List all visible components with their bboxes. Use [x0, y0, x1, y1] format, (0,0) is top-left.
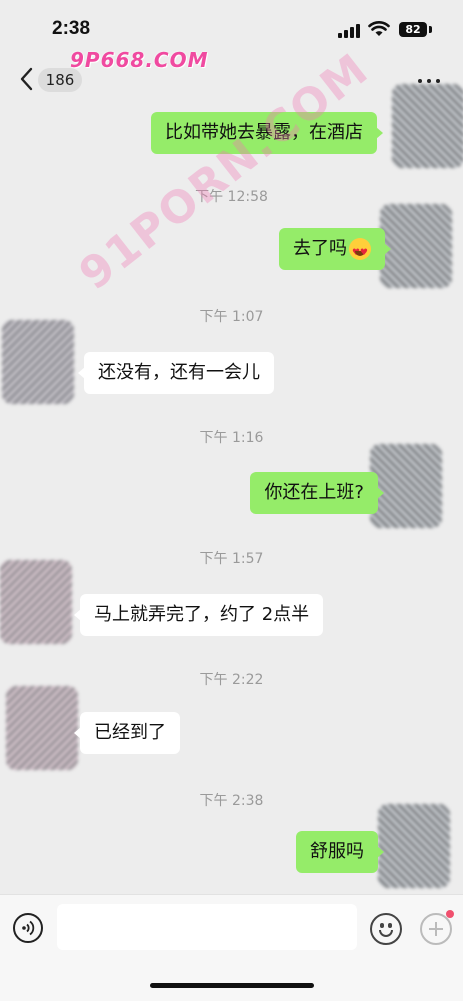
message-input[interactable] [57, 904, 357, 950]
message-bubble-me[interactable]: 舒服吗 [296, 831, 384, 873]
message-bubble-me[interactable]: 去了吗 [279, 228, 391, 270]
message-bubble-contact[interactable]: 还没有，还有一会儿 [78, 352, 274, 394]
avatar-contact[interactable] [2, 320, 74, 404]
heart-eyes-emoji-icon [349, 238, 371, 265]
status-time: 2:38 [52, 18, 91, 39]
avatar-contact[interactable] [0, 560, 72, 644]
message-bubble-contact[interactable]: 已经到了 [74, 712, 180, 754]
avatar-me[interactable] [370, 444, 442, 528]
emoji-icon[interactable] [370, 913, 402, 945]
avatar-contact[interactable] [6, 686, 78, 770]
message-bubble-contact[interactable]: 马上就弄完了，约了 2点半 [73, 594, 324, 636]
signal-icon [338, 24, 360, 38]
avatar-me[interactable] [392, 84, 463, 168]
chevron-left-icon[interactable] [18, 66, 36, 92]
avatar-me[interactable] [378, 804, 450, 888]
wifi-icon [368, 21, 390, 36]
message-bubble-me[interactable]: 你还在上班? [250, 472, 384, 514]
message-bubble-me[interactable]: 比如带她去暴露，在酒店 [151, 112, 383, 154]
battery-tip [429, 26, 432, 33]
input-bar [0, 894, 463, 1001]
plus-icon[interactable] [420, 913, 452, 945]
notification-dot [446, 910, 454, 918]
timestamp: 下午 12:58 [195, 189, 268, 205]
unread-count-badge[interactable]: 186 [38, 68, 82, 92]
home-indicator [150, 983, 314, 988]
chat-area[interactable]: 比如带她去暴露，在酒店 下午 12:58 去了吗 下午 1:07 还没有，还有一… [0, 84, 463, 894]
voice-icon[interactable] [13, 913, 43, 943]
battery-icon: 82 [399, 22, 427, 37]
